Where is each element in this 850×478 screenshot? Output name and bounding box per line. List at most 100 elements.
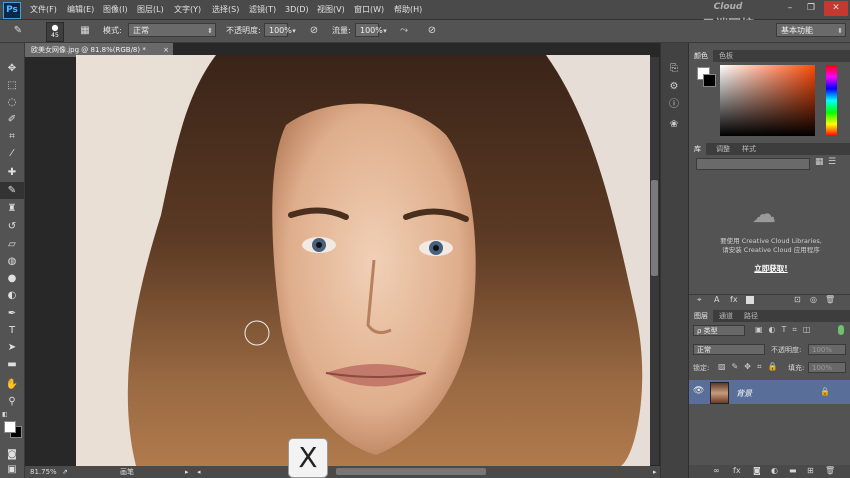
mode-select[interactable]: 正常 ⬍ xyxy=(128,23,216,37)
move-tool-icon[interactable]: ✥ xyxy=(0,60,24,77)
hue-slider[interactable] xyxy=(826,65,837,136)
history-brush-tool-icon[interactable]: ↺ xyxy=(0,218,24,235)
screen-mode-icon[interactable]: ▣ xyxy=(0,461,24,478)
zoom-tool-icon[interactable]: ⚲ xyxy=(0,393,24,410)
default-colors-icon[interactable]: ◧ xyxy=(2,411,10,419)
menu-file[interactable]: 文件(F) xyxy=(30,0,57,19)
type-tool-icon[interactable]: T xyxy=(0,322,24,339)
pressure-opacity-icon[interactable]: ⊘ xyxy=(307,24,321,38)
tab-channels[interactable]: 通道 xyxy=(714,310,738,322)
tab-layers[interactable]: 图层 xyxy=(689,310,713,322)
layer-filter-icons[interactable]: ▣◐T⌗◫ xyxy=(755,325,817,335)
export-icon[interactable]: ⇗ xyxy=(62,466,68,478)
grid-view-icon[interactable]: ▦ xyxy=(815,157,824,167)
color-background-swatch[interactable] xyxy=(703,74,716,87)
restore-button[interactable]: ❐ xyxy=(800,1,822,16)
add-character-style-icon[interactable]: A xyxy=(714,295,719,304)
stock-icon[interactable]: ⊡ xyxy=(794,295,801,304)
color-field[interactable] xyxy=(720,65,815,136)
clone-stamp-tool-icon[interactable]: ♜ xyxy=(0,200,24,217)
close-button[interactable]: ✕ xyxy=(824,1,848,16)
add-layer-style-icon[interactable]: fx xyxy=(730,295,738,304)
menu-edit[interactable]: 编辑(E) xyxy=(67,0,94,19)
scroll-right-icon[interactable]: ▸ xyxy=(653,466,657,478)
minimize-button[interactable]: – xyxy=(779,1,801,16)
quick-select-tool-icon[interactable]: ✐ xyxy=(0,111,24,128)
menu-filter[interactable]: 滤镜(T) xyxy=(249,0,276,19)
lasso-tool-icon[interactable]: ◌ xyxy=(0,94,24,111)
add-color-icon[interactable] xyxy=(746,296,754,304)
tab-libraries[interactable]: 库 xyxy=(689,143,706,155)
lock-icon: 🔒 xyxy=(820,387,830,396)
new-layer-icon[interactable]: ⊞ xyxy=(807,466,814,475)
tab-adjustments[interactable]: 调整 xyxy=(711,143,735,155)
scroll-left-icon[interactable]: ◂ xyxy=(197,466,201,478)
airbrush-icon[interactable]: ⤳ xyxy=(397,24,411,38)
filter-toggle[interactable] xyxy=(838,325,844,335)
menu-help[interactable]: 帮助(H) xyxy=(394,0,422,19)
library-select[interactable] xyxy=(696,158,810,170)
path-select-tool-icon[interactable]: ➤ xyxy=(0,339,24,356)
layer-opacity-input[interactable]: 100% xyxy=(808,344,846,355)
delete-icon[interactable]: 🗑 xyxy=(825,295,835,304)
add-mask-icon[interactable]: ◙ xyxy=(753,466,761,475)
pen-tool-icon[interactable]: ✒ xyxy=(0,305,24,322)
layer-filter-select[interactable]: ρ 类型 xyxy=(693,325,745,336)
workspace-select[interactable]: 基本功能 ⬍ xyxy=(776,23,846,37)
pressure-size-icon[interactable]: ⊘ xyxy=(425,24,439,38)
foreground-color-swatch[interactable] xyxy=(4,421,16,433)
opacity-input[interactable]: 100% xyxy=(264,23,292,37)
link-layers-icon[interactable]: ∞ xyxy=(713,466,720,475)
zoom-level[interactable]: 81.75% xyxy=(30,466,57,478)
layer-style-icon[interactable]: fx xyxy=(733,466,741,475)
fill-input[interactable]: 100% xyxy=(808,362,846,373)
shape-tool-icon[interactable]: ▬ xyxy=(0,356,24,373)
menu-type[interactable]: 文字(Y) xyxy=(174,0,201,19)
crop-tool-icon[interactable]: ⌗ xyxy=(0,128,24,145)
menu-image[interactable]: 图像(I) xyxy=(103,0,128,19)
eyedropper-tool-icon[interactable]: ⁄ xyxy=(0,145,24,162)
hand-tool-icon[interactable]: ✋ xyxy=(0,376,24,393)
opacity-dropdown-icon[interactable]: ▾ xyxy=(289,24,299,38)
menu-window[interactable]: 窗口(W) xyxy=(354,0,384,19)
status-menu-icon[interactable]: ▸ xyxy=(185,466,189,478)
history-panel-icon[interactable]: ⎘ xyxy=(667,62,681,76)
eraser-tool-icon[interactable]: ▱ xyxy=(0,236,24,253)
marquee-tool-icon[interactable]: ⬚ xyxy=(0,77,24,94)
tab-color[interactable]: 颜色 xyxy=(689,50,713,62)
new-group-icon[interactable]: ▬ xyxy=(789,466,797,475)
brush-presets-icon[interactable]: ❀ xyxy=(667,118,681,132)
delete-layer-icon[interactable]: 🗑 xyxy=(825,466,835,475)
list-view-icon[interactable]: ☰ xyxy=(828,157,836,167)
brush-tool-icon[interactable]: ✎ xyxy=(10,24,26,38)
lock-icons[interactable]: ▨✎✥⌗🔒 xyxy=(718,362,783,372)
menu-view[interactable]: 视图(V) xyxy=(317,0,345,19)
add-graphic-icon[interactable]: ⌖ xyxy=(697,295,702,305)
tab-paths[interactable]: 路径 xyxy=(739,310,763,322)
image-canvas[interactable] xyxy=(76,55,650,466)
brush-preset-picker[interactable]: ● 45 xyxy=(46,22,64,42)
menu-layer[interactable]: 图层(L) xyxy=(137,0,164,19)
properties-panel-icon[interactable]: ⚙ xyxy=(667,80,681,94)
brush-panel-icon[interactable]: ▦ xyxy=(78,24,92,38)
brush-tool-icon[interactable]: ✎ xyxy=(0,182,24,199)
dodge-tool-icon[interactable]: ◐ xyxy=(0,287,24,304)
adjustment-layer-icon[interactable]: ◐ xyxy=(771,466,778,475)
menu-select[interactable]: 选择(S) xyxy=(212,0,239,19)
horizontal-scroll-thumb[interactable] xyxy=(336,468,486,475)
tab-swatches[interactable]: 色板 xyxy=(714,50,738,62)
menu-3d[interactable]: 3D(D) xyxy=(285,0,309,19)
eye-icon[interactable]: 👁 xyxy=(693,386,704,396)
info-panel-icon[interactable]: ⓘ xyxy=(667,98,681,112)
tab-styles[interactable]: 样式 xyxy=(737,143,761,155)
blur-tool-icon[interactable]: ● xyxy=(0,270,24,287)
blend-mode-select[interactable]: 正常 xyxy=(693,344,765,355)
layer-name[interactable]: 背景 xyxy=(736,388,752,399)
sync-icon[interactable]: ◎ xyxy=(810,295,817,304)
flow-dropdown-icon[interactable]: ▾ xyxy=(380,24,390,38)
healing-brush-tool-icon[interactable]: ✚ xyxy=(0,164,24,181)
get-it-now-link[interactable]: 立即获取! xyxy=(696,263,846,274)
paint-bucket-tool-icon[interactable]: ◍ xyxy=(0,253,24,270)
vertical-scroll-thumb[interactable] xyxy=(651,180,658,276)
flow-input[interactable]: 100% xyxy=(355,23,383,37)
